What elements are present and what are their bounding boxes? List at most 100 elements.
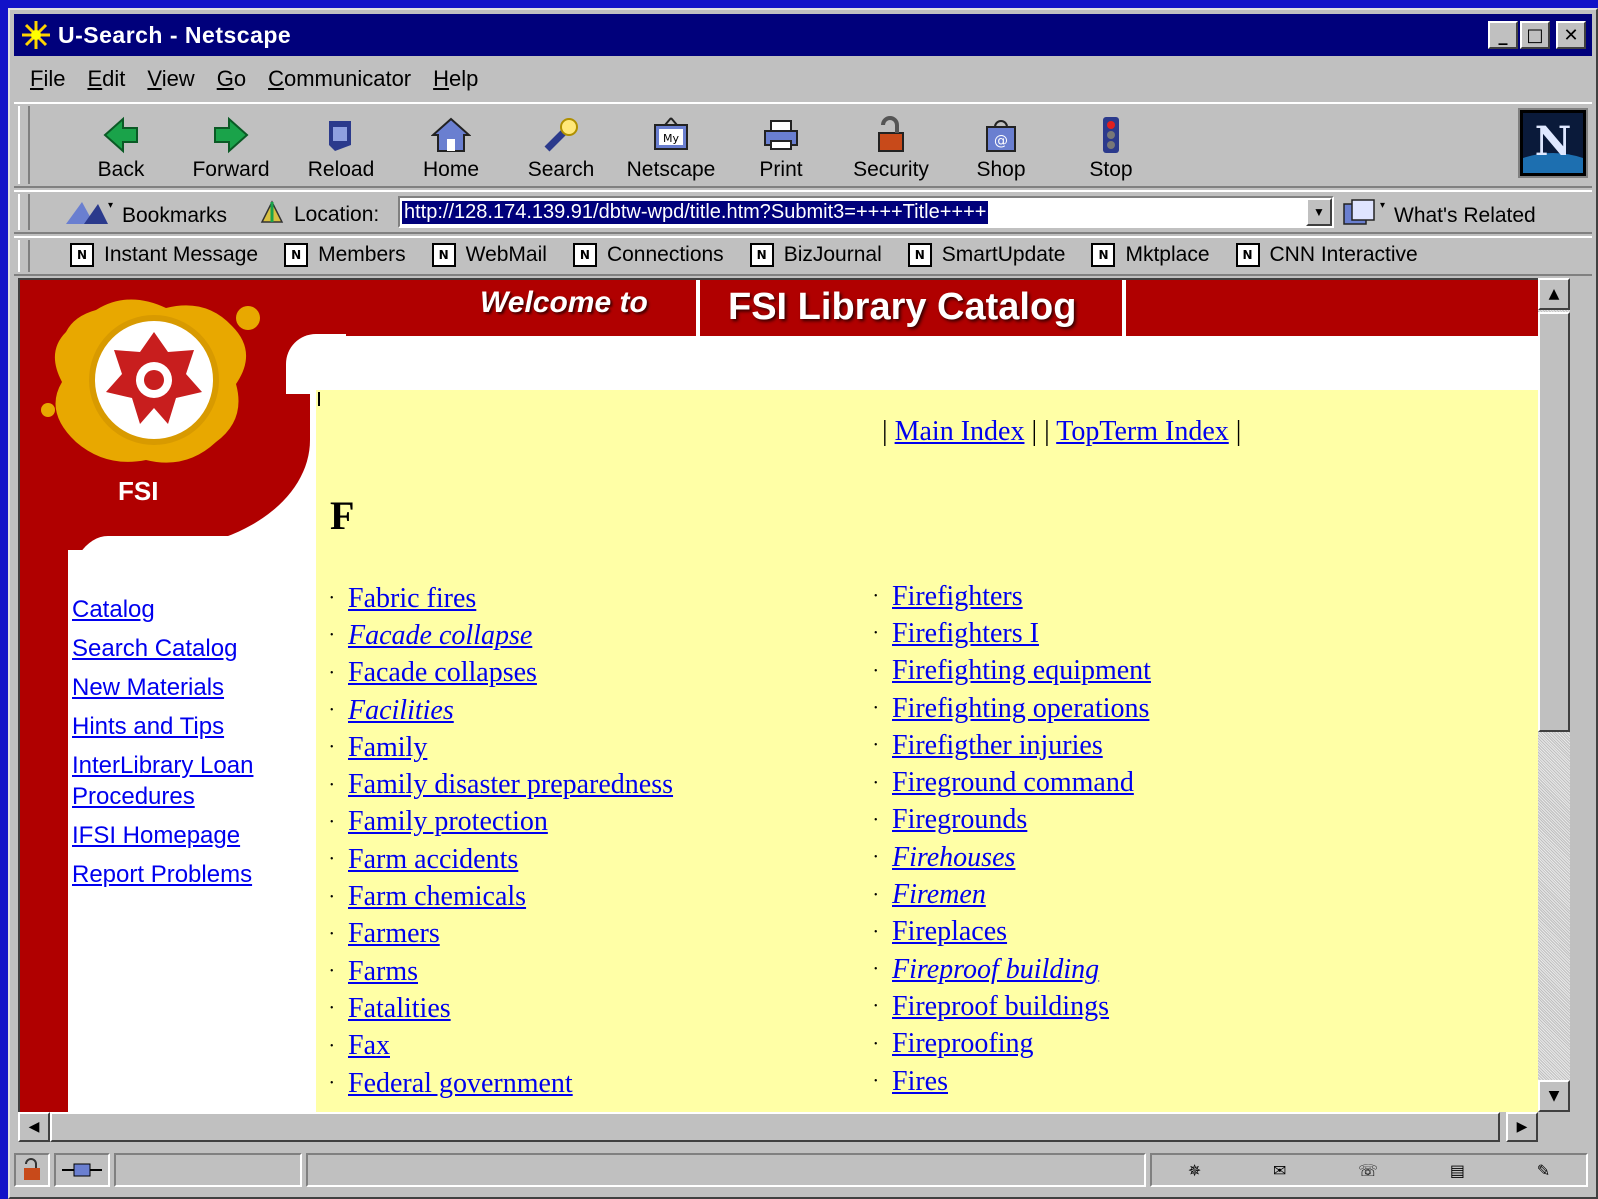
scroll-up-button[interactable]: ▲ xyxy=(1538,278,1570,310)
list-item: • Firegrounds xyxy=(874,802,1151,839)
netscape-button[interactable]: My Netscape xyxy=(616,108,726,182)
horizontal-scroll-thumb[interactable] xyxy=(50,1112,1500,1142)
stop-button[interactable]: Stop xyxy=(1056,108,1166,182)
horizontal-scrollbar[interactable]: ◀ ▶ xyxy=(18,1112,1538,1142)
menu-help[interactable]: Help xyxy=(422,66,489,92)
term-link[interactable]: Family protection xyxy=(348,806,548,838)
menu-edit[interactable]: Edit xyxy=(76,66,136,92)
term-link[interactable]: Federal government xyxy=(348,1068,573,1100)
personal-item-bizjournal[interactable]: N BizJournal xyxy=(749,243,882,267)
bullet-icon: • xyxy=(330,928,334,940)
personal-item-members[interactable]: N Members xyxy=(284,243,406,267)
term-link[interactable]: Facade collapses xyxy=(348,657,537,689)
composer-component-icon[interactable]: ✎ xyxy=(1537,1161,1550,1180)
scroll-left-button[interactable]: ◀ xyxy=(18,1112,50,1142)
term-link[interactable]: Family disaster preparedness xyxy=(348,769,673,801)
mail-component-icon[interactable]: ✉ xyxy=(1273,1161,1286,1180)
personal-item-smartupdate[interactable]: N SmartUpdate xyxy=(907,243,1065,267)
shop-button[interactable]: @ Shop xyxy=(946,108,1056,182)
term-link[interactable]: Fax xyxy=(348,1030,390,1062)
sidebar-link-ifsi-homepage[interactable]: IFSI Homepage xyxy=(72,820,253,851)
sidebar-link-procedures[interactable]: Procedures xyxy=(72,781,253,812)
personal-item-webmail[interactable]: N WebMail xyxy=(431,243,547,267)
bookmarks-button[interactable]: ▾ Bookmarks xyxy=(64,198,227,234)
personal-item-instant-message[interactable]: N Instant Message xyxy=(70,243,258,267)
whats-related-button[interactable]: ▾ What's Related xyxy=(1340,198,1536,234)
scroll-down-button[interactable]: ▼ xyxy=(1538,1080,1570,1112)
reload-icon xyxy=(319,114,363,156)
term-link[interactable]: Fireproof building xyxy=(892,954,1099,986)
term-link[interactable]: Firemen xyxy=(892,879,986,911)
main-index-link[interactable]: Main Index xyxy=(895,416,1025,447)
bookmark-page-icon: N xyxy=(749,243,774,267)
term-link[interactable]: Farms xyxy=(348,956,418,988)
security-status-icon[interactable] xyxy=(14,1153,50,1187)
sidebar-link-report-problems[interactable]: Report Problems xyxy=(72,859,253,890)
term-link[interactable]: Family xyxy=(348,732,427,764)
term-link[interactable]: Farm chemicals xyxy=(348,881,526,913)
term-link[interactable]: Facilities xyxy=(348,695,454,727)
term-link[interactable]: Fires xyxy=(892,1066,948,1098)
term-link[interactable]: Firefighting operations xyxy=(892,693,1149,725)
personal-item-mktplace[interactable]: N Mktplace xyxy=(1091,243,1210,267)
maximize-button[interactable]: □ xyxy=(1520,21,1550,49)
term-link[interactable]: Firegrounds xyxy=(892,804,1027,836)
term-link[interactable]: Firefighters xyxy=(892,581,1023,613)
sidebar-link-hints-and-tips[interactable]: Hints and Tips xyxy=(72,711,253,742)
location-grip[interactable] xyxy=(18,194,30,230)
svg-text:▾: ▾ xyxy=(1380,200,1385,211)
newsgroup-component-icon[interactable]: ☏ xyxy=(1358,1161,1378,1180)
vertical-scroll-thumb[interactable] xyxy=(1538,312,1570,732)
term-link[interactable]: Fireproof buildings xyxy=(892,991,1109,1023)
term-link[interactable]: Fabric fires xyxy=(348,583,476,615)
term-link[interactable]: Fireplaces xyxy=(892,916,1007,948)
navigator-component-icon[interactable]: ✵ xyxy=(1188,1161,1201,1180)
vertical-scrollbar[interactable]: ▲ ▼ xyxy=(1538,278,1570,1112)
term-link[interactable]: Firefigther injuries xyxy=(892,730,1103,762)
page-proxy-icon[interactable] xyxy=(258,198,286,232)
term-link[interactable]: Farm accidents xyxy=(348,844,518,876)
navigation-toolbar: Back Forward Reload Home Search My Netsc… xyxy=(14,102,1592,188)
menu-go[interactable]: Go xyxy=(206,66,257,92)
bullet-icon: • xyxy=(874,964,878,976)
netscape-logo-icon[interactable]: N xyxy=(1518,108,1588,178)
term-link[interactable]: Facade collapse xyxy=(348,620,532,652)
term-link[interactable]: Fireground command xyxy=(892,767,1134,799)
sidebar-link-new-materials[interactable]: New Materials xyxy=(72,672,253,703)
back-button[interactable]: Back xyxy=(66,108,176,182)
term-link[interactable]: Fatalities xyxy=(348,993,451,1025)
url-input[interactable]: http://128.174.139.91/dbtw-wpd/title.htm… xyxy=(398,196,1334,228)
personal-item-cnn-interactive[interactable]: N CNN Interactive xyxy=(1235,243,1418,267)
personal-item-connections[interactable]: N Connections xyxy=(572,243,724,267)
personal-grip[interactable] xyxy=(18,240,30,272)
minimize-button[interactable]: _ xyxy=(1488,21,1518,49)
menu-file[interactable]: File xyxy=(14,66,76,92)
scroll-right-button[interactable]: ▶ xyxy=(1506,1112,1538,1142)
forward-button[interactable]: Forward xyxy=(176,108,286,182)
fsi-badge-logo-icon[interactable] xyxy=(36,292,272,472)
address-book-component-icon[interactable]: ▤ xyxy=(1450,1161,1465,1180)
url-text[interactable]: http://128.174.139.91/dbtw-wpd/title.htm… xyxy=(402,200,989,224)
menu-communicator[interactable]: Communicator xyxy=(257,66,422,92)
url-dropdown-button[interactable]: ▼ xyxy=(1306,198,1332,226)
search-button[interactable]: Search xyxy=(506,108,616,182)
list-item: • Firehouses xyxy=(874,839,1151,876)
close-button[interactable]: ✕ xyxy=(1556,21,1586,49)
security-button[interactable]: Security xyxy=(836,108,946,182)
list-item: • Family disaster preparedness xyxy=(330,766,673,803)
print-button[interactable]: Print xyxy=(726,108,836,182)
sidebar-link-search-catalog[interactable]: Search Catalog xyxy=(72,633,253,664)
sidebar-link-interlibrary-loan[interactable]: InterLibrary Loan xyxy=(72,750,253,781)
term-link[interactable]: Firehouses xyxy=(892,842,1015,874)
reload-button[interactable]: Reload xyxy=(286,108,396,182)
term-link[interactable]: Farmers xyxy=(348,918,440,950)
term-link[interactable]: Firefighting equipment xyxy=(892,655,1151,687)
menu-view[interactable]: View xyxy=(136,66,205,92)
toolbar-grip[interactable] xyxy=(18,106,30,184)
home-button[interactable]: Home xyxy=(396,108,506,182)
sidebar-link-catalog[interactable]: Catalog xyxy=(72,594,253,625)
term-link[interactable]: Fireproofing xyxy=(892,1028,1034,1060)
list-item: • Fireground command xyxy=(874,764,1151,801)
term-link[interactable]: Firefighters I xyxy=(892,618,1039,650)
topterm-index-link[interactable]: TopTerm Index xyxy=(1056,416,1229,447)
